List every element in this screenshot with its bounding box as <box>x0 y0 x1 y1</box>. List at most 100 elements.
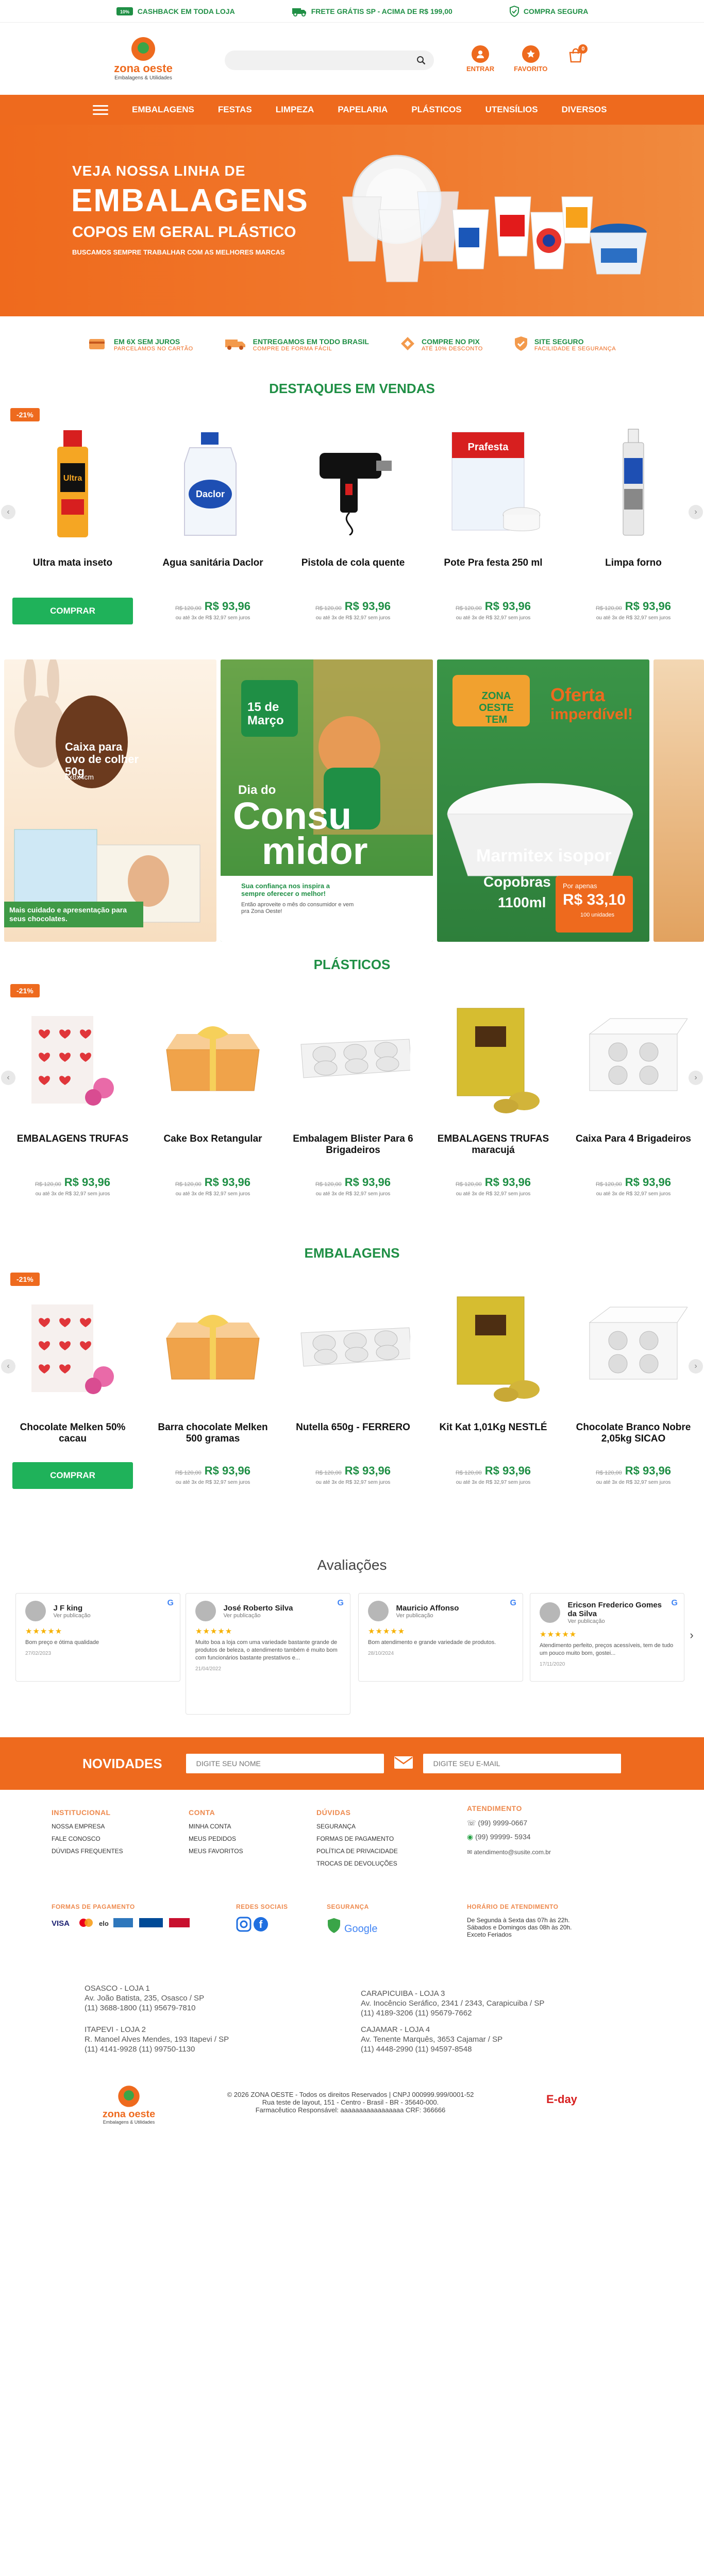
footer-link[interactable]: SEGURANÇA <box>316 1823 398 1830</box>
menu-hamburger-icon[interactable] <box>93 105 108 115</box>
product-name[interactable]: EMBALAGENS TRUFAS <box>10 1133 135 1145</box>
product-card[interactable]: Chocolate Branco Nobre 2,05kg SICAO R$ 1… <box>566 1268 701 1501</box>
product-name[interactable]: Chocolate Branco Nobre 2,05kg SICAO <box>571 1422 696 1445</box>
search-input[interactable] <box>233 56 416 64</box>
product-image[interactable] <box>15 1289 130 1408</box>
product-image[interactable] <box>436 1001 550 1119</box>
product-name[interactable]: Chocolate Melken 50% cacau <box>10 1422 135 1445</box>
product-card[interactable]: Nutella 650g - FERRERO R$ 120,00 R$ 93,96… <box>286 1268 421 1501</box>
nav-item-plasticos[interactable]: PLÁSTICOS <box>411 105 461 115</box>
footer-link[interactable]: MEUS PEDIDOS <box>189 1835 243 1842</box>
instagram-icon[interactable] <box>236 1917 252 1934</box>
product-image[interactable] <box>296 1289 410 1408</box>
product-card[interactable]: Prafesta Pote Pra festa 250 ml R$ 120,00… <box>426 404 561 637</box>
nav-item-diversos[interactable]: DIVERSOS <box>562 105 607 115</box>
product-card[interactable]: Caixa Para 4 Brigadeiros R$ 120,00 R$ 93,… <box>566 980 701 1213</box>
review-publication-link[interactable]: Ver publicação <box>396 1613 459 1619</box>
current-price: R$ 93,96 <box>64 1176 111 1189</box>
product-name[interactable]: Embalagem Blister Para 6 Brigadeiros <box>291 1133 415 1156</box>
cart-button[interactable]: 0 <box>567 44 588 65</box>
newsletter-name-input[interactable] <box>186 1754 384 1773</box>
banner-marmitex[interactable]: ZONA OESTE TEM Oferta imperdível! Marmit… <box>437 659 649 942</box>
product-image[interactable] <box>156 1289 270 1408</box>
product-name[interactable]: Limpa forno <box>571 557 696 569</box>
footer-link[interactable]: MINHA CONTA <box>189 1823 243 1830</box>
footer-logo[interactable]: zona oeste Embalagens & Utilidades <box>82 2086 175 2125</box>
footer-link[interactable]: FALE CONOSCO <box>52 1835 123 1842</box>
product-card[interactable]: Cake Box Retangular R$ 120,00 R$ 93,96 ou … <box>145 980 280 1213</box>
footer-phone[interactable]: (99) 9999-0667 <box>478 1819 527 1827</box>
product-card[interactable]: EMBALAGENS TRUFAS maracujá R$ 120,00 R$ 9… <box>426 980 561 1213</box>
review-date: 28/10/2024 <box>368 1651 394 1656</box>
nav-item-limpeza[interactable]: LIMPEZA <box>276 105 314 115</box>
review-publication-link[interactable]: Ver publicação <box>53 1613 90 1619</box>
product-card[interactable]: Embalagem Blister Para 6 Brigadeiros R$ … <box>286 980 421 1213</box>
product-card[interactable]: -21% Ultra Ultra mata inseto COMPRAR <box>5 404 140 637</box>
facebook-icon[interactable]: f <box>253 1917 269 1934</box>
footer-link[interactable]: TROCAS DE DEVOLUÇÕES <box>316 1860 398 1867</box>
product-image[interactable] <box>576 1001 691 1119</box>
product-name[interactable]: Agua sanitária Daclor <box>150 557 275 569</box>
banner-caixa-ovo[interactable]: Caixa para ovo de colher 50g 8x8x4cm Mai… <box>4 659 216 942</box>
footer-link[interactable]: DÚVIDAS FREQUENTES <box>52 1848 123 1855</box>
footer-link[interactable]: FORMAS DE PAGAMENTO <box>316 1835 398 1842</box>
product-name[interactable]: Caixa Para 4 Brigadeiros <box>571 1133 696 1145</box>
footer-institucional: INSTITUCIONAL NOSSA EMPRESA FALE CONOSCO… <box>52 1808 123 1860</box>
footer-link[interactable]: MEUS FAVORITOS <box>189 1848 243 1855</box>
product-image[interactable] <box>296 425 410 543</box>
product-card[interactable]: Daclor Agua sanitária Daclor R$ 120,00 R$… <box>145 404 280 637</box>
product-card[interactable]: Barra chocolate Melken 500 gramas R$ 120… <box>145 1268 280 1501</box>
buy-button[interactable]: COMPRAR <box>12 1462 133 1489</box>
product-name[interactable]: Barra chocolate Melken 500 gramas <box>150 1422 275 1445</box>
product-image[interactable] <box>296 1001 410 1119</box>
store-name: OSASCO - LOJA 1 <box>85 1984 150 1993</box>
product-card[interactable]: Pistola de cola quente R$ 120,00 R$ 93,96… <box>286 404 421 637</box>
old-price: R$ 120,00 <box>595 1470 622 1476</box>
product-image[interactable]: Daclor <box>156 425 270 543</box>
store-phones: (11) 4141-9928 (11) 99750-1130 <box>85 2045 195 2054</box>
footer-link[interactable]: NOSSA EMPRESA <box>52 1823 123 1830</box>
footer-whatsapp[interactable]: (99) 99999- 5934 <box>475 1833 530 1841</box>
banner-easter-illustration <box>4 659 200 927</box>
review-publication-link[interactable]: Ver publicação <box>567 1618 671 1624</box>
product-image[interactable]: Prafesta <box>436 425 550 543</box>
product-name[interactable]: Nutella 650g - FERRERO <box>291 1422 415 1433</box>
footer-link[interactable]: POLÍTICA DE PRIVACIDADE <box>316 1848 398 1855</box>
search-icon[interactable] <box>416 56 426 65</box>
buy-button[interactable]: COMPRAR <box>12 598 133 624</box>
product-image[interactable] <box>436 1289 550 1408</box>
product-name[interactable]: EMBALAGENS TRUFAS maracujá <box>431 1133 556 1156</box>
secure-shield-icon <box>514 336 528 354</box>
favorito-button[interactable]: FAVORITO <box>514 45 547 73</box>
reviews-next-arrow-icon[interactable]: › <box>684 1628 699 1642</box>
entrar-button[interactable]: ENTRAR <box>466 45 494 73</box>
review-publication-link[interactable]: Ver publicação <box>223 1613 293 1619</box>
eday-logo[interactable]: E-day <box>546 2093 577 2106</box>
product-name[interactable]: Kit Kat 1,01Kg NESTLÉ <box>431 1422 556 1433</box>
nav-item-papelaria[interactable]: PAPELARIA <box>338 105 388 115</box>
banner-caption: Mais cuidado e apresentação para seus ch… <box>9 906 127 923</box>
product-name[interactable]: Ultra mata inseto <box>10 557 135 569</box>
footer-email[interactable]: atendimento@susite.com.br <box>474 1849 551 1856</box>
product-name[interactable]: Cake Box Retangular <box>150 1133 275 1145</box>
site-logo[interactable]: zona oeste Embalagens & Utilidades <box>92 37 195 81</box>
product-name[interactable]: Pote Pra festa 250 ml <box>431 557 556 569</box>
product-card[interactable]: -21% Chocolate Melken 50% cacau COMPRAR <box>5 1268 140 1501</box>
nav-item-embalagens[interactable]: EMBALAGENS <box>132 105 194 115</box>
product-image[interactable]: Ultra <box>15 425 130 543</box>
newsletter-email-input[interactable] <box>423 1754 621 1773</box>
product-image[interactable] <box>156 1001 270 1119</box>
product-card[interactable]: Kit Kat 1,01Kg NESTLÉ R$ 120,00 R$ 93,96 o… <box>426 1268 561 1501</box>
nav-item-festas[interactable]: FESTAS <box>218 105 252 115</box>
product-name[interactable]: Pistola de cola quente <box>291 557 415 569</box>
product-card[interactable]: -21% EMBALAGENS TRUFAS R$ 120,00 R$ 93,96… <box>5 980 140 1213</box>
product-card[interactable]: Limpa forno R$ 120,00 R$ 93,96 ou até 3x d… <box>566 404 701 637</box>
banner-dia-consumidor[interactable]: 15 de Março Dia do Consu midor Sua confi… <box>221 659 433 942</box>
product-image[interactable] <box>576 1289 691 1408</box>
banner-por: Por apenas <box>563 882 597 890</box>
hero-banner[interactable]: VEJA NOSSA LINHA DE EMBALAGENS COPOS EM … <box>0 125 704 316</box>
product-image[interactable] <box>15 1001 130 1119</box>
product-image[interactable] <box>576 425 691 543</box>
nav-item-utensilios[interactable]: UTENSÍLIOS <box>485 105 538 115</box>
banner-partial[interactable] <box>653 659 704 942</box>
